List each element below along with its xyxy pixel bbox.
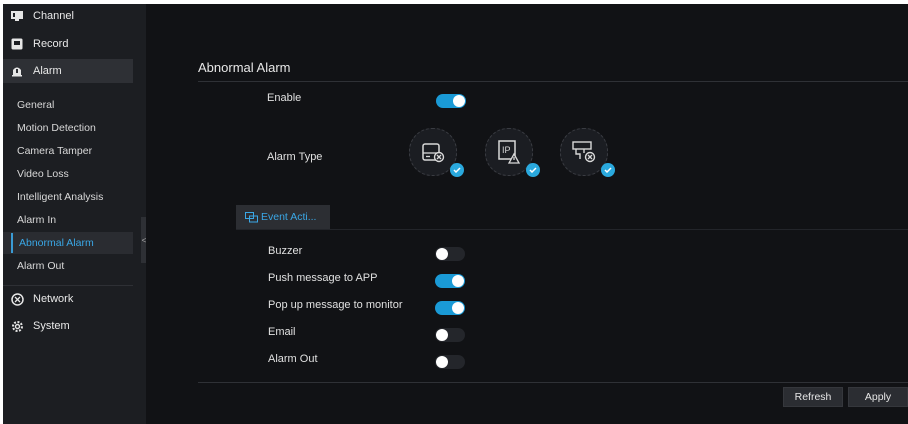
email-toggle[interactable]	[435, 328, 465, 342]
main-panel: Abnormal Alarm Enable Alarm Type IP Even…	[146, 4, 908, 424]
network-icon	[10, 292, 24, 306]
active-indicator	[11, 233, 13, 253]
sidebar-item-general[interactable]: General	[3, 94, 133, 116]
sidebar-item-label: Alarm Out	[17, 260, 65, 272]
push-message-label: Push message to APP	[268, 272, 378, 284]
sidebar-item-label: Alarm In	[17, 214, 57, 226]
sidebar-item-system[interactable]: System	[3, 314, 133, 338]
toggle-knob	[436, 329, 448, 341]
selected-check-icon	[526, 163, 540, 177]
sidebar-item-label: General	[17, 99, 55, 111]
sidebar-item-intelligent-analysis[interactable]: Intelligent Analysis	[3, 186, 133, 208]
buzzer-label: Buzzer	[268, 245, 303, 257]
apply-button[interactable]: Apply	[848, 387, 908, 407]
sidebar-divider	[3, 285, 133, 286]
disk-error-icon	[422, 143, 445, 163]
alarm-out-toggle[interactable]	[435, 355, 465, 369]
push-message-toggle[interactable]	[435, 274, 465, 288]
selected-check-icon	[450, 163, 464, 177]
sidebar-item-motion-detection[interactable]: Motion Detection	[3, 117, 133, 139]
ip-conflict-icon: IP	[498, 140, 521, 164]
sidebar-item-label: Camera Tamper	[17, 145, 93, 157]
tab-event-action[interactable]: Event Acti...	[236, 205, 330, 229]
enable-label: Enable	[267, 92, 302, 104]
refresh-button[interactable]: Refresh	[783, 387, 843, 407]
sidebar-item-alarm-out[interactable]: Alarm Out	[3, 255, 133, 277]
buzzer-toggle[interactable]	[435, 247, 465, 261]
email-label: Email	[268, 326, 296, 338]
sidebar-item-channel[interactable]: Channel	[3, 4, 133, 28]
sidebar-item-label: Record	[33, 38, 69, 50]
toggle-knob	[452, 302, 464, 314]
sidebar-item-label: System	[33, 320, 70, 332]
toggle-knob	[453, 95, 465, 107]
sidebar-item-label: Network	[33, 293, 74, 305]
svg-text:IP: IP	[502, 145, 511, 155]
alarm-out-label: Alarm Out	[268, 353, 318, 365]
toggle-knob	[436, 248, 448, 260]
enable-toggle[interactable]	[436, 94, 466, 108]
alarm-icon	[10, 64, 24, 78]
tab-label: Event Acti...	[261, 211, 317, 223]
selected-check-icon	[601, 163, 615, 177]
divider	[198, 382, 908, 383]
alarm-type-ip-conflict[interactable]: IP	[485, 128, 540, 177]
alarm-type-label: Alarm Type	[267, 151, 323, 163]
sidebar-item-network[interactable]: Network	[3, 287, 133, 311]
event-action-icon	[245, 211, 259, 223]
gear-icon	[10, 319, 24, 333]
sidebar-item-alarm[interactable]: Alarm	[3, 59, 133, 83]
sidebar-item-label: Abnormal Alarm	[19, 237, 94, 249]
popup-message-label: Pop up message to monitor	[268, 299, 403, 311]
record-icon	[10, 37, 24, 51]
sidebar-item-alarm-in[interactable]: Alarm In	[3, 209, 133, 231]
sidebar-item-label: Intelligent Analysis	[17, 191, 104, 203]
toggle-knob	[436, 356, 448, 368]
sidebar-item-abnormal-alarm[interactable]: Abnormal Alarm	[3, 232, 133, 254]
alarm-type-network-disconnect[interactable]	[560, 128, 615, 177]
sidebar-item-label: Channel	[33, 10, 74, 22]
network-disconnect-icon	[572, 141, 596, 163]
toggle-knob	[452, 275, 464, 287]
sidebar-item-label: Video Loss	[17, 168, 69, 180]
app-window: Channel Record Alarm General Motion Dete…	[3, 4, 908, 424]
sidebar-item-camera-tamper[interactable]: Camera Tamper	[3, 140, 133, 162]
page-title: Abnormal Alarm	[198, 60, 291, 75]
sidebar-item-video-loss[interactable]: Video Loss	[3, 163, 133, 185]
monitor-icon	[10, 9, 24, 23]
sidebar-item-record[interactable]: Record	[3, 32, 133, 56]
divider	[236, 229, 908, 230]
divider	[198, 81, 908, 82]
popup-message-toggle[interactable]	[435, 301, 465, 315]
alarm-type-disk-error[interactable]	[409, 128, 464, 177]
sidebar-item-label: Motion Detection	[17, 122, 96, 134]
sidebar-item-label: Alarm	[33, 65, 62, 77]
sidebar: Channel Record Alarm General Motion Dete…	[3, 4, 146, 424]
